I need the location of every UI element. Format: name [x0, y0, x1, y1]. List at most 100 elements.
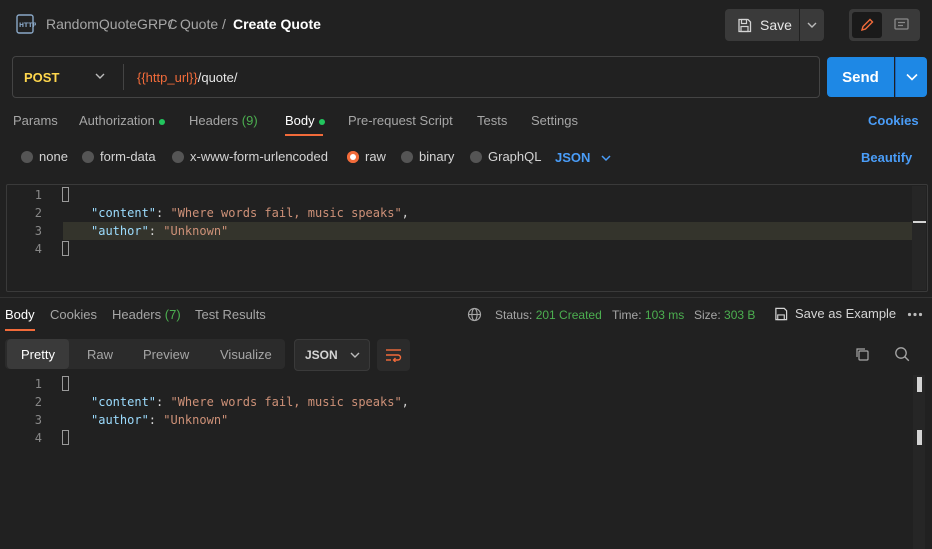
- line-number: 4: [34, 431, 42, 445]
- radio-none[interactable]: none: [21, 149, 68, 164]
- radio-form-data[interactable]: form-data: [82, 149, 156, 164]
- radio-label: raw: [365, 149, 386, 164]
- radio-selected-icon: [347, 150, 359, 163]
- url-bar: [12, 56, 820, 98]
- radio-label: binary: [419, 149, 455, 164]
- response-tab-headers[interactable]: Headers (7): [112, 307, 181, 322]
- search-icon[interactable]: [894, 346, 910, 362]
- json-value: "Where words fail, music speaks": [170, 206, 402, 220]
- headers-count: (9): [241, 113, 258, 128]
- breadcrumb-collection[interactable]: RandomQuoteGRPC: [46, 16, 178, 32]
- radio-icon: [401, 150, 413, 163]
- json-colon: :: [156, 395, 171, 409]
- copy-icon[interactable]: [855, 347, 870, 362]
- save-options-button[interactable]: [800, 9, 824, 41]
- send-button[interactable]: Send: [827, 57, 894, 97]
- line-number: 3: [34, 224, 42, 238]
- view-pretty[interactable]: Pretty: [7, 339, 69, 369]
- line-number: 1: [34, 377, 42, 391]
- radio-icon: [21, 150, 33, 163]
- view-raw[interactable]: Raw: [87, 339, 113, 369]
- line-number: 2: [34, 395, 42, 409]
- headers-count: (7): [164, 307, 181, 322]
- radio-label: x-www-form-urlencoded: [190, 149, 328, 164]
- json-colon: :: [156, 206, 171, 220]
- close-brace: [62, 430, 69, 445]
- save-as-example-button[interactable]: Save as Example: [774, 306, 896, 321]
- comment-icon: [893, 18, 909, 30]
- panel-divider[interactable]: [0, 297, 932, 298]
- save-label: Save: [760, 17, 792, 33]
- view-preview[interactable]: Preview: [143, 339, 189, 369]
- json-key: "content": [91, 206, 157, 220]
- breadcrumb-folder[interactable]: Quote: [180, 16, 218, 32]
- beautify-button[interactable]: Beautify: [861, 150, 912, 165]
- editor-scrollbar[interactable]: [912, 186, 926, 290]
- status-dot: [158, 118, 165, 125]
- response-tab-test-results[interactable]: Test Results: [195, 307, 266, 322]
- edit-mode-button[interactable]: [852, 12, 882, 38]
- line-number: 3: [34, 413, 42, 427]
- view-visualize[interactable]: Visualize: [220, 339, 272, 369]
- url-input[interactable]: {{http_url}}/quote/: [137, 70, 238, 85]
- tab-label: Headers: [189, 113, 239, 128]
- status-value: 201 Created: [535, 308, 602, 322]
- http-request-icon: HTTP: [16, 14, 37, 36]
- radio-binary[interactable]: binary: [401, 149, 454, 164]
- request-title[interactable]: Create Quote: [233, 16, 321, 32]
- tab-authorization[interactable]: Authorization: [79, 113, 165, 128]
- status-label: Status:: [495, 308, 533, 322]
- active-tab-indicator: [285, 134, 323, 136]
- globe-icon[interactable]: [467, 307, 482, 322]
- more-options-icon[interactable]: [907, 312, 923, 317]
- response-size[interactable]: Size: 303 B: [694, 308, 755, 322]
- response-scrollbar[interactable]: [913, 375, 925, 549]
- pencil-icon: [860, 18, 874, 32]
- radio-label: none: [39, 149, 68, 164]
- open-brace: [62, 187, 69, 202]
- line-number: 1: [34, 188, 42, 202]
- body-format-select[interactable]: JSON: [555, 150, 612, 165]
- tab-pre-request-script[interactable]: Pre-request Script: [348, 113, 453, 128]
- format-label: JSON: [305, 348, 338, 362]
- chevron-down-icon: [807, 22, 817, 28]
- response-time[interactable]: Time: 103 ms: [612, 308, 684, 322]
- format-label: JSON: [555, 150, 591, 165]
- chevron-down-icon: [350, 352, 360, 358]
- json-key: "author": [91, 413, 149, 427]
- chevron-down-icon[interactable]: [94, 70, 106, 82]
- response-tab-body[interactable]: Body: [5, 307, 35, 322]
- radio-raw[interactable]: raw: [347, 149, 386, 164]
- line-number: 2: [34, 206, 42, 220]
- tab-settings[interactable]: Settings: [531, 113, 578, 128]
- tab-headers[interactable]: Headers (9): [189, 113, 258, 128]
- tab-body[interactable]: Body: [285, 113, 325, 128]
- method-select[interactable]: POST: [24, 70, 59, 85]
- status-dot: [318, 118, 325, 125]
- send-options-button[interactable]: [895, 57, 927, 97]
- wrap-lines-button[interactable]: [377, 339, 410, 371]
- cookies-link[interactable]: Cookies: [868, 113, 919, 128]
- request-header: HTTP RandomQuoteGRPC / Quote / Create Qu…: [0, 0, 932, 50]
- scrollbar-marker: [913, 221, 926, 223]
- response-format-select[interactable]: JSON: [294, 339, 370, 371]
- size-value: 303 B: [724, 308, 756, 322]
- line-number: 4: [34, 242, 42, 256]
- tab-label: Authorization: [79, 113, 155, 128]
- tab-tests[interactable]: Tests: [477, 113, 507, 128]
- size-label: Size:: [694, 308, 721, 322]
- radio-urlencoded[interactable]: x-www-form-urlencoded: [172, 149, 328, 164]
- response-tab-cookies[interactable]: Cookies: [50, 307, 97, 322]
- radio-icon: [172, 150, 184, 163]
- url-path: /quote/: [197, 70, 238, 85]
- radio-icon: [82, 150, 94, 163]
- radio-graphql[interactable]: GraphQL: [470, 149, 541, 164]
- save-button[interactable]: Save: [725, 9, 799, 41]
- documentation-button[interactable]: [886, 12, 916, 38]
- tab-params[interactable]: Params: [13, 113, 58, 128]
- code-line: "content": "Where words fail, music spea…: [91, 395, 409, 409]
- radio-label: form-data: [100, 149, 156, 164]
- open-brace: [62, 376, 69, 391]
- response-status[interactable]: Status: 201 Created: [495, 308, 602, 322]
- scrollbar-marker: [917, 377, 922, 392]
